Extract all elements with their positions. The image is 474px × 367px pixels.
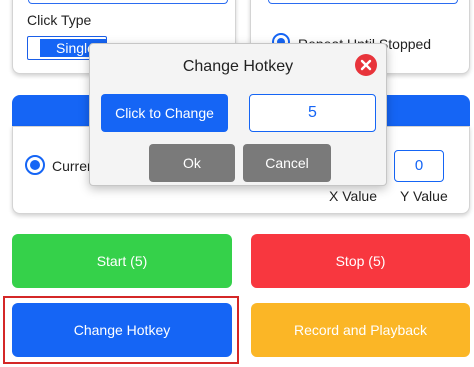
dialog-title: Change Hotkey	[182, 58, 294, 75]
hotkey-input[interactable]: 5	[249, 94, 376, 132]
top-field-right[interactable]	[268, 0, 458, 4]
current-location-radio[interactable]	[25, 155, 45, 175]
ok-button[interactable]: Ok	[149, 144, 235, 182]
close-icon[interactable]	[355, 54, 377, 76]
cancel-button[interactable]: Cancel	[243, 144, 331, 182]
click-type-label: Click Type	[27, 12, 92, 28]
stop-button[interactable]: Stop (5)	[251, 234, 470, 288]
y-value-input[interactable]: 0	[394, 150, 444, 182]
start-button[interactable]: Start (5)	[12, 234, 232, 288]
x-value-label: X Value	[329, 188, 377, 204]
change-hotkey-button[interactable]: Change Hotkey	[12, 303, 232, 357]
change-hotkey-dialog: Change Hotkey Click to Change 5 Ok Cance…	[89, 43, 387, 186]
top-field-left[interactable]	[28, 0, 228, 4]
record-playback-button[interactable]: Record and Playback	[251, 303, 470, 357]
click-to-change-button[interactable]: Click to Change	[101, 94, 228, 132]
y-value-label: Y Value	[400, 188, 448, 204]
